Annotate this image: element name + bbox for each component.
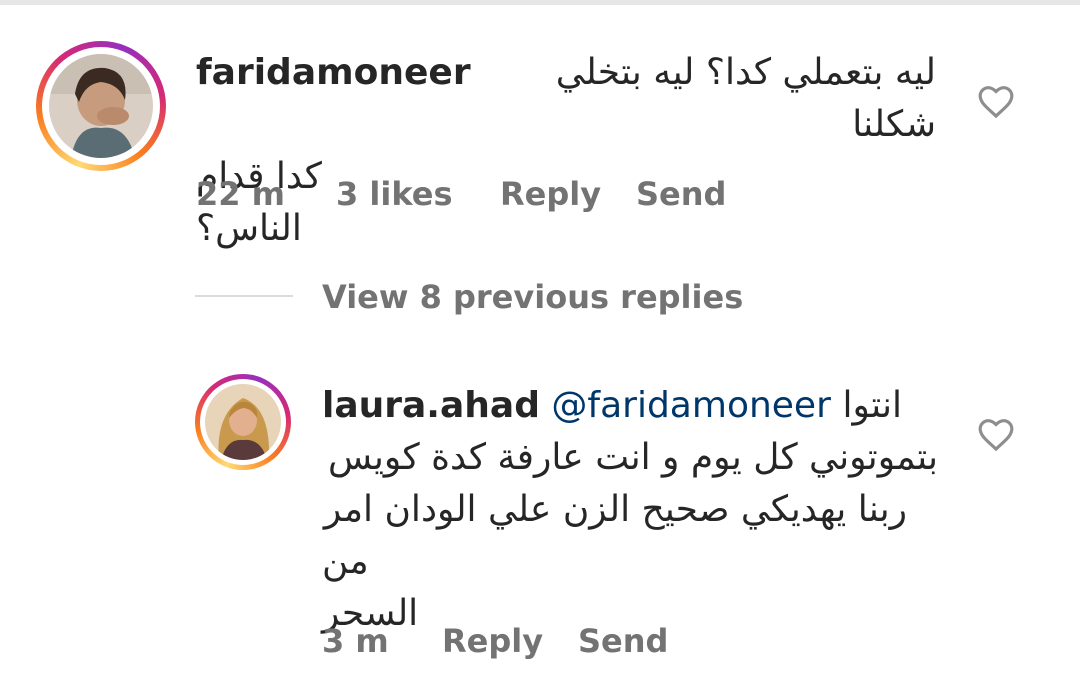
reply-username[interactable]: laura.ahad xyxy=(322,385,540,426)
heart-outline-icon[interactable] xyxy=(977,416,1015,452)
top-divider xyxy=(0,0,1080,5)
comment-time: 22 m xyxy=(196,175,286,213)
comment-meta: 22 m 3 likes Reply Send xyxy=(196,175,726,213)
avatar-photo xyxy=(49,54,153,158)
reply-meta: 3 m Reply Send xyxy=(322,622,668,660)
comment-text-line: ليه بتعملي كدا؟ ليه بتخلي شكلنا xyxy=(555,52,936,145)
reply-text-line: من السحر xyxy=(322,541,419,634)
view-previous-replies-button[interactable]: View 8 previous replies xyxy=(322,278,743,316)
comment-body: faridamoneer ليه بتعملي كدا؟ ليه بتخلي ش… xyxy=(196,47,936,255)
reply-button[interactable]: Reply xyxy=(500,175,636,213)
send-button[interactable]: Send xyxy=(578,622,668,660)
likes-count[interactable]: 3 likes xyxy=(336,175,500,213)
reply-button[interactable]: Reply xyxy=(442,622,578,660)
avatar-photo xyxy=(205,384,281,460)
reply-body: laura.ahad @faridamoneer انتوا بتموتوني … xyxy=(322,380,938,640)
send-button[interactable]: Send xyxy=(636,175,726,213)
avatar-laura-ahad[interactable] xyxy=(195,374,291,470)
avatar-faridamoneer[interactable] xyxy=(36,41,166,171)
comment-username[interactable]: faridamoneer xyxy=(196,47,471,99)
reply-text-line: انتوا xyxy=(842,385,902,426)
reply-text-line: بتموتوني كل يوم و انت عارفة كدة كويس xyxy=(328,437,938,478)
replies-divider xyxy=(195,295,293,297)
heart-outline-icon[interactable] xyxy=(977,83,1015,119)
reply-text-line: ربنا يهديكي صحيح الزن علي الودان امر xyxy=(323,489,907,530)
mention-link[interactable]: @faridamoneer xyxy=(551,385,830,426)
reply-time: 3 m xyxy=(322,622,389,660)
